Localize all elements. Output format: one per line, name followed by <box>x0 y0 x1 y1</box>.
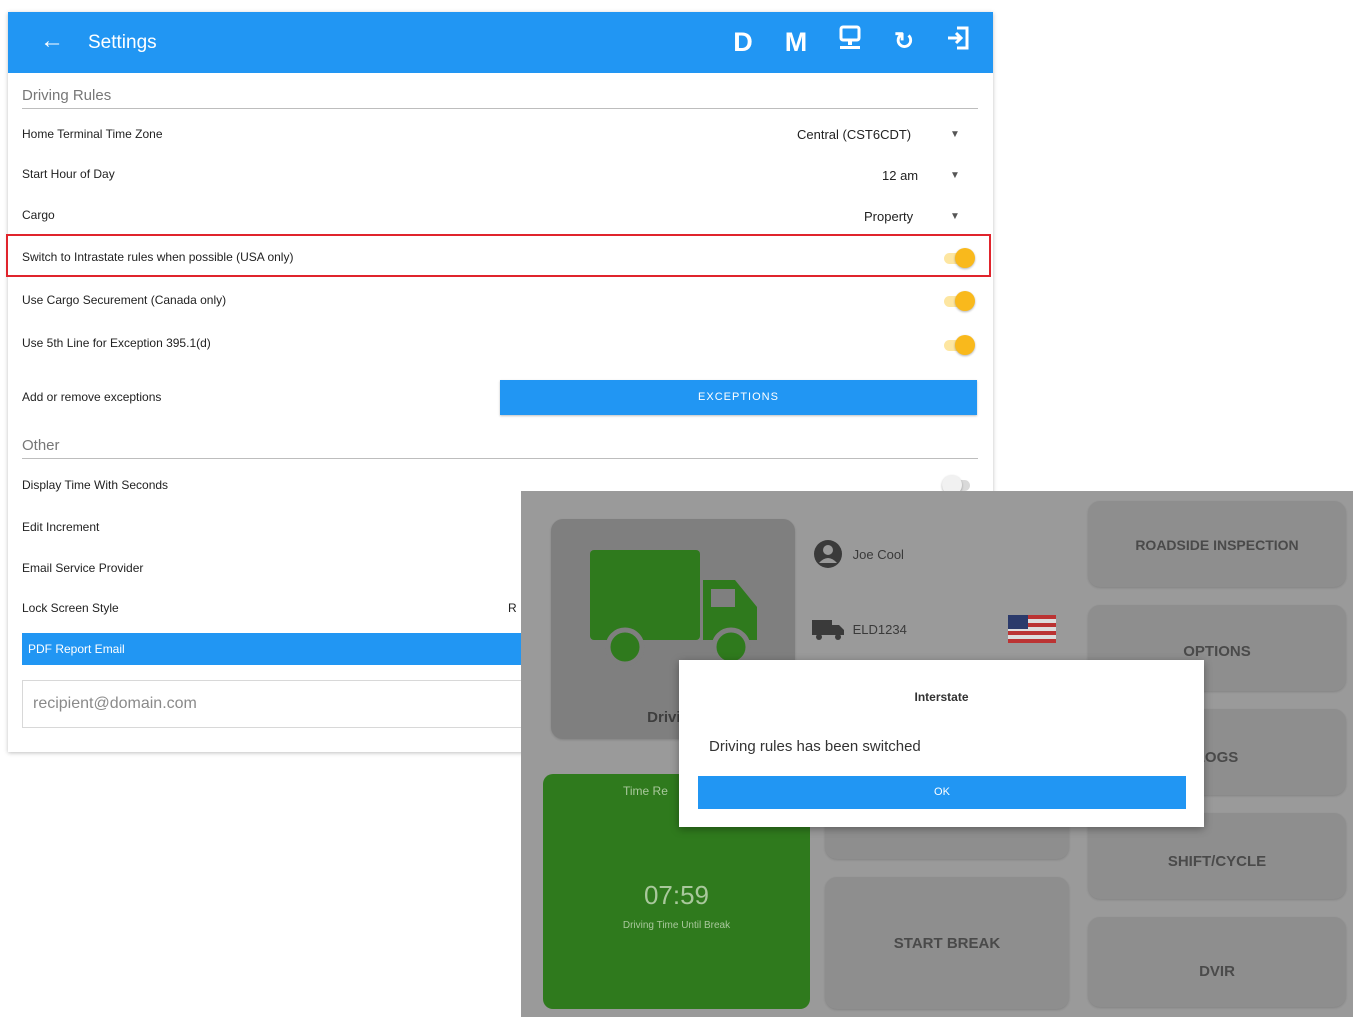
cargo-value[interactable]: Property <box>864 209 913 225</box>
app-bar: ← Settings D M ↻ <box>8 12 993 73</box>
section-other: Other <box>22 436 978 459</box>
refresh-icon[interactable]: ↻ <box>890 24 918 60</box>
mode-m-button[interactable]: M <box>781 24 811 60</box>
intrastate-label: Switch to Intrastate rules when possible… <box>22 250 294 264</box>
cargo-securement-toggle[interactable] <box>944 291 975 311</box>
start-hour-value[interactable]: 12 am <box>882 168 918 184</box>
exceptions-button[interactable]: EXCEPTIONS <box>500 380 977 415</box>
email-provider-label: Email Service Provider <box>22 561 144 575</box>
cargo-dropdown-icon[interactable]: ▼ <box>950 209 960 225</box>
driver-d-button[interactable]: D <box>730 24 756 60</box>
time-zone-value[interactable]: Central (CST6CDT) <box>797 127 911 143</box>
interstate-dialog: Interstate Driving rules has been switch… <box>679 660 1204 827</box>
lock-screen-label: Lock Screen Style <box>22 601 119 615</box>
intrastate-toggle[interactable] <box>944 248 975 268</box>
start-hour-dropdown-icon[interactable]: ▼ <box>950 168 960 184</box>
dashboard-screen: Driving Joe Cool ELD1234 ROADSIDE INSPEC… <box>521 491 1353 1017</box>
lock-screen-value[interactable]: R <box>508 600 517 616</box>
fifth-line-label: Use 5th Line for Exception 395.1(d) <box>22 336 211 350</box>
fifth-line-toggle[interactable] <box>944 335 975 355</box>
eld-connection-icon[interactable] <box>836 24 864 60</box>
cargo-label: Cargo <box>22 208 55 222</box>
page-title: Settings <box>88 32 157 53</box>
back-arrow-icon[interactable]: ← <box>40 26 64 56</box>
dialog-ok-button[interactable]: OK <box>698 776 1186 809</box>
display-seconds-label: Display Time With Seconds <box>22 478 169 492</box>
edit-increment-label: Edit Increment <box>22 520 100 534</box>
time-zone-dropdown-icon[interactable]: ▼ <box>950 127 960 143</box>
cargo-securement-label: Use Cargo Securement (Canada only) <box>22 293 227 307</box>
dialog-title: Interstate <box>914 690 969 704</box>
exceptions-label: Add or remove exceptions <box>22 390 162 404</box>
start-hour-label: Start Hour of Day <box>22 167 115 181</box>
time-zone-label: Home Terminal Time Zone <box>22 127 163 141</box>
section-driving-rules: Driving Rules <box>22 86 978 109</box>
dialog-message: Driving rules has been switched <box>709 738 921 755</box>
logout-icon[interactable] <box>943 24 973 60</box>
